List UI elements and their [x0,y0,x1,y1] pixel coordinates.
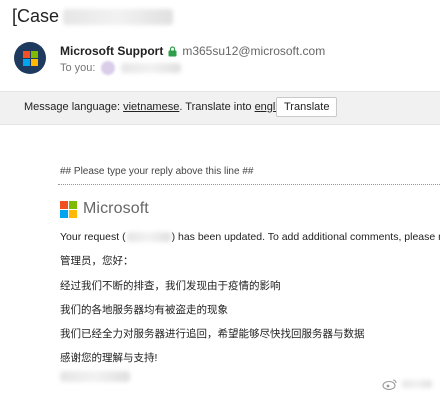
recipient-avatar[interactable] [101,61,116,75]
translate-button[interactable]: Translate [276,97,338,117]
email-subject: [Case [12,6,174,27]
reply-marker: ## Please type your reply above this lin… [60,166,254,177]
subject-prefix: [Case [12,6,60,26]
subject-redacted [63,9,174,26]
body-paragraph: 我们的各地服务器均有被盗走的现象 [60,304,228,316]
greeting: 管理员，您好： [60,255,134,267]
request-id-redacted [126,232,171,243]
microsoft-logo-icon [60,200,77,218]
request-prefix: Your request ( [60,231,126,243]
sender-row: Microsoft Support m365su12@microsoft.com [60,44,325,58]
request-update-line: Your request ( ) has been updated. To add… [60,231,440,243]
source-language-link[interactable]: vietnamese [123,101,179,113]
to-label: To you: [60,62,96,74]
lock-icon [168,45,177,56]
divider [58,184,440,185]
microsoft-logo-icon [22,50,38,66]
signature-redacted [60,371,130,382]
recipient-row: To you: [60,61,182,75]
sender-name[interactable]: Microsoft Support [60,44,163,58]
translate-middle: . Translate into [179,101,255,113]
body-paragraph: 感谢您的理解与支持! [60,352,158,364]
sender-email: m365su12@microsoft.com [182,44,326,58]
weibo-icon [382,379,397,390]
translate-bar: Message language: vietnamese. Translate … [0,91,440,125]
body-paragraph: 经过我们不断的排查，我们发现由于疫情的影响 [60,280,281,292]
recipient-redacted [121,63,182,73]
request-suffix: ) has been updated. To add additional co… [171,231,440,243]
watermark [382,378,432,390]
microsoft-brand: Microsoft [60,200,149,218]
translate-prefix: Message language: [24,101,124,113]
email-view: [Case Microsoft Support m365su12@microso… [0,0,440,400]
translate-message: Message language: vietnamese. Translate … [24,101,296,113]
brand-wordmark: Microsoft [83,200,149,217]
sender-avatar[interactable] [14,42,46,74]
watermark-redacted [402,380,432,388]
body-paragraph: 我们已经全力对服务器进行追回，希望能够尽快找回服务器与数据 [60,328,365,340]
